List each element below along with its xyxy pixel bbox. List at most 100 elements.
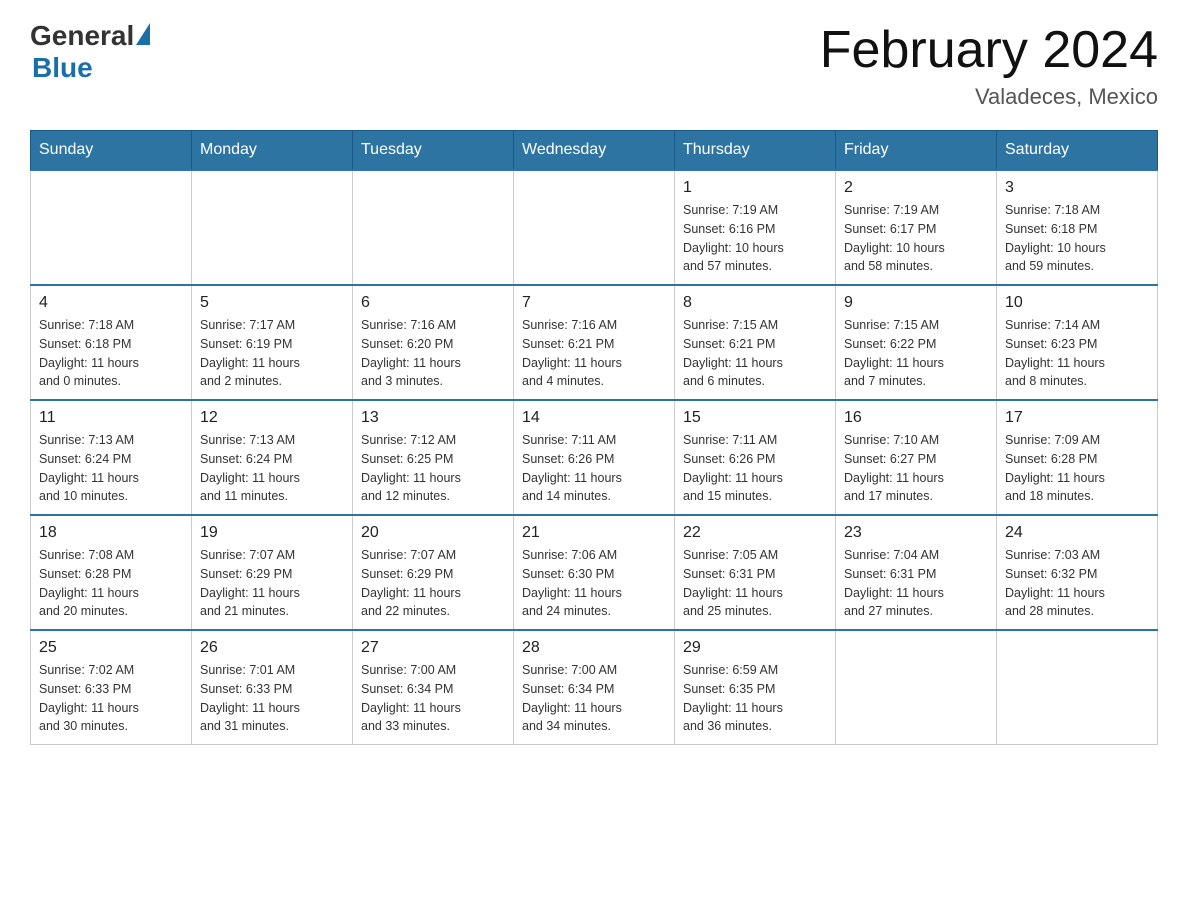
calendar-week-row-4: 18 Sunrise: 7:08 AMSunset: 6:28 PMDayligh… (31, 515, 1158, 630)
day-info: Sunrise: 7:14 AMSunset: 6:23 PMDaylight:… (1005, 316, 1149, 391)
day-number: 21 (522, 524, 666, 542)
day-number: 20 (361, 524, 505, 542)
calendar-cell: 13Sunrise: 7:12 AMSunset: 6:25 PMDayligh… (353, 400, 514, 515)
day-info: Sunrise: 7:19 AMSunset: 6:17 PMDaylight:… (844, 201, 988, 276)
calendar-cell: 22Sunrise: 7:05 AMSunset: 6:31 PMDayligh… (675, 515, 836, 630)
day-info: Sunrise: 7:16 AMSunset: 6:21 PMDaylight:… (522, 316, 666, 391)
calendar-cell: 28Sunrise: 7:00 AMSunset: 6:34 PMDayligh… (514, 630, 675, 745)
calendar-cell: 10 Sunrise: 7:14 AMSunset: 6:23 PMDayligh… (997, 285, 1158, 400)
calendar-cell: 3 Sunrise: 7:18 AMSunset: 6:18 PMDaylight… (997, 170, 1158, 285)
calendar-cell: 1Sunrise: 7:19 AMSunset: 6:16 PMDaylight… (675, 170, 836, 285)
calendar-header-monday: Monday (192, 131, 353, 171)
day-info: Sunrise: 7:06 AMSunset: 6:30 PMDaylight:… (522, 546, 666, 621)
day-number: 23 (844, 524, 988, 542)
day-info: Sunrise: 7:18 AMSunset: 6:18 PMDaylight:… (39, 316, 183, 391)
day-number: 12 (200, 409, 344, 427)
calendar-cell (353, 170, 514, 285)
calendar-cell: 27 Sunrise: 7:00 AMSunset: 6:34 PMDayligh… (353, 630, 514, 745)
calendar-header-thursday: Thursday (675, 131, 836, 171)
calendar-cell: 7 Sunrise: 7:16 AMSunset: 6:21 PMDaylight… (514, 285, 675, 400)
calendar-cell (514, 170, 675, 285)
calendar-header-saturday: Saturday (997, 131, 1158, 171)
day-number: 29 (683, 639, 827, 657)
calendar-header-row: SundayMondayTuesdayWednesdayThursdayFrid… (31, 131, 1158, 171)
calendar-cell: 17 Sunrise: 7:09 AMSunset: 6:28 PMDayligh… (997, 400, 1158, 515)
calendar-cell: 5Sunrise: 7:17 AMSunset: 6:19 PMDaylight… (192, 285, 353, 400)
day-info: Sunrise: 6:59 AMSunset: 6:35 PMDaylight:… (683, 661, 827, 736)
calendar-subtitle: Valadeces, Mexico (820, 84, 1158, 110)
calendar-header-sunday: Sunday (31, 131, 192, 171)
day-info: Sunrise: 7:02 AMSunset: 6:33 PMDaylight:… (39, 661, 183, 736)
calendar-cell: 8 Sunrise: 7:15 AMSunset: 6:21 PMDaylight… (675, 285, 836, 400)
calendar-cell: 26 Sunrise: 7:01 AMSunset: 6:33 PMDayligh… (192, 630, 353, 745)
calendar-cell: 20Sunrise: 7:07 AMSunset: 6:29 PMDayligh… (353, 515, 514, 630)
calendar-cell (997, 630, 1158, 745)
day-info: Sunrise: 7:13 AMSunset: 6:24 PMDaylight:… (39, 431, 183, 506)
day-info: Sunrise: 7:13 AMSunset: 6:24 PMDaylight:… (200, 431, 344, 506)
calendar-week-row-3: 11 Sunrise: 7:13 AMSunset: 6:24 PMDayligh… (31, 400, 1158, 515)
calendar-cell: 4 Sunrise: 7:18 AMSunset: 6:18 PMDaylight… (31, 285, 192, 400)
logo: General Blue (30, 20, 150, 84)
calendar-cell: 16 Sunrise: 7:10 AMSunset: 6:27 PMDayligh… (836, 400, 997, 515)
calendar-header-wednesday: Wednesday (514, 131, 675, 171)
day-info: Sunrise: 7:11 AMSunset: 6:26 PMDaylight:… (522, 431, 666, 506)
day-number: 27 (361, 639, 505, 657)
day-info: Sunrise: 7:05 AMSunset: 6:31 PMDaylight:… (683, 546, 827, 621)
calendar-header-friday: Friday (836, 131, 997, 171)
calendar-cell: 21 Sunrise: 7:06 AMSunset: 6:30 PMDayligh… (514, 515, 675, 630)
day-number: 8 (683, 294, 827, 312)
day-number: 3 (1005, 179, 1149, 197)
day-number: 17 (1005, 409, 1149, 427)
calendar-cell: 29 Sunrise: 6:59 AMSunset: 6:35 PMDayligh… (675, 630, 836, 745)
day-info: Sunrise: 7:19 AMSunset: 6:16 PMDaylight:… (683, 201, 827, 276)
title-section: February 2024 Valadeces, Mexico (820, 20, 1158, 110)
calendar-header-tuesday: Tuesday (353, 131, 514, 171)
day-info: Sunrise: 7:01 AMSunset: 6:33 PMDaylight:… (200, 661, 344, 736)
day-info: Sunrise: 7:15 AMSunset: 6:21 PMDaylight:… (683, 316, 827, 391)
calendar-cell: 24 Sunrise: 7:03 AMSunset: 6:32 PMDayligh… (997, 515, 1158, 630)
day-number: 10 (1005, 294, 1149, 312)
day-number: 24 (1005, 524, 1149, 542)
calendar-cell (836, 630, 997, 745)
calendar-cell: 23Sunrise: 7:04 AMSunset: 6:31 PMDayligh… (836, 515, 997, 630)
day-number: 2 (844, 179, 988, 197)
calendar-cell (192, 170, 353, 285)
day-number: 26 (200, 639, 344, 657)
day-number: 15 (683, 409, 827, 427)
calendar-week-row-1: 1Sunrise: 7:19 AMSunset: 6:16 PMDaylight… (31, 170, 1158, 285)
calendar-table: SundayMondayTuesdayWednesdayThursdayFrid… (30, 130, 1158, 745)
calendar-cell: 15 Sunrise: 7:11 AMSunset: 6:26 PMDayligh… (675, 400, 836, 515)
calendar-cell: 11 Sunrise: 7:13 AMSunset: 6:24 PMDayligh… (31, 400, 192, 515)
logo-general-text: General (30, 20, 134, 52)
day-number: 11 (39, 409, 183, 427)
day-info: Sunrise: 7:08 AMSunset: 6:28 PMDaylight:… (39, 546, 183, 621)
calendar-week-row-5: 25 Sunrise: 7:02 AMSunset: 6:33 PMDayligh… (31, 630, 1158, 745)
day-number: 4 (39, 294, 183, 312)
day-info: Sunrise: 7:11 AMSunset: 6:26 PMDaylight:… (683, 431, 827, 506)
day-number: 25 (39, 639, 183, 657)
day-number: 13 (361, 409, 505, 427)
calendar-cell: 12 Sunrise: 7:13 AMSunset: 6:24 PMDayligh… (192, 400, 353, 515)
day-info: Sunrise: 7:18 AMSunset: 6:18 PMDaylight:… (1005, 201, 1149, 276)
calendar-cell: 25 Sunrise: 7:02 AMSunset: 6:33 PMDayligh… (31, 630, 192, 745)
day-number: 19 (200, 524, 344, 542)
day-info: Sunrise: 7:10 AMSunset: 6:27 PMDaylight:… (844, 431, 988, 506)
day-number: 9 (844, 294, 988, 312)
calendar-cell: 18 Sunrise: 7:08 AMSunset: 6:28 PMDayligh… (31, 515, 192, 630)
day-number: 18 (39, 524, 183, 542)
day-info: Sunrise: 7:00 AMSunset: 6:34 PMDaylight:… (361, 661, 505, 736)
day-info: Sunrise: 7:09 AMSunset: 6:28 PMDaylight:… (1005, 431, 1149, 506)
calendar-title: February 2024 (820, 20, 1158, 80)
calendar-week-row-2: 4 Sunrise: 7:18 AMSunset: 6:18 PMDaylight… (31, 285, 1158, 400)
calendar-cell: 2 Sunrise: 7:19 AMSunset: 6:17 PMDaylight… (836, 170, 997, 285)
day-number: 16 (844, 409, 988, 427)
day-number: 28 (522, 639, 666, 657)
day-number: 7 (522, 294, 666, 312)
calendar-cell (31, 170, 192, 285)
day-number: 14 (522, 409, 666, 427)
page-header: General Blue February 2024 Valadeces, Me… (30, 20, 1158, 110)
calendar-cell: 6Sunrise: 7:16 AMSunset: 6:20 PMDaylight… (353, 285, 514, 400)
calendar-cell: 14 Sunrise: 7:11 AMSunset: 6:26 PMDayligh… (514, 400, 675, 515)
day-info: Sunrise: 7:03 AMSunset: 6:32 PMDaylight:… (1005, 546, 1149, 621)
day-number: 5 (200, 294, 344, 312)
